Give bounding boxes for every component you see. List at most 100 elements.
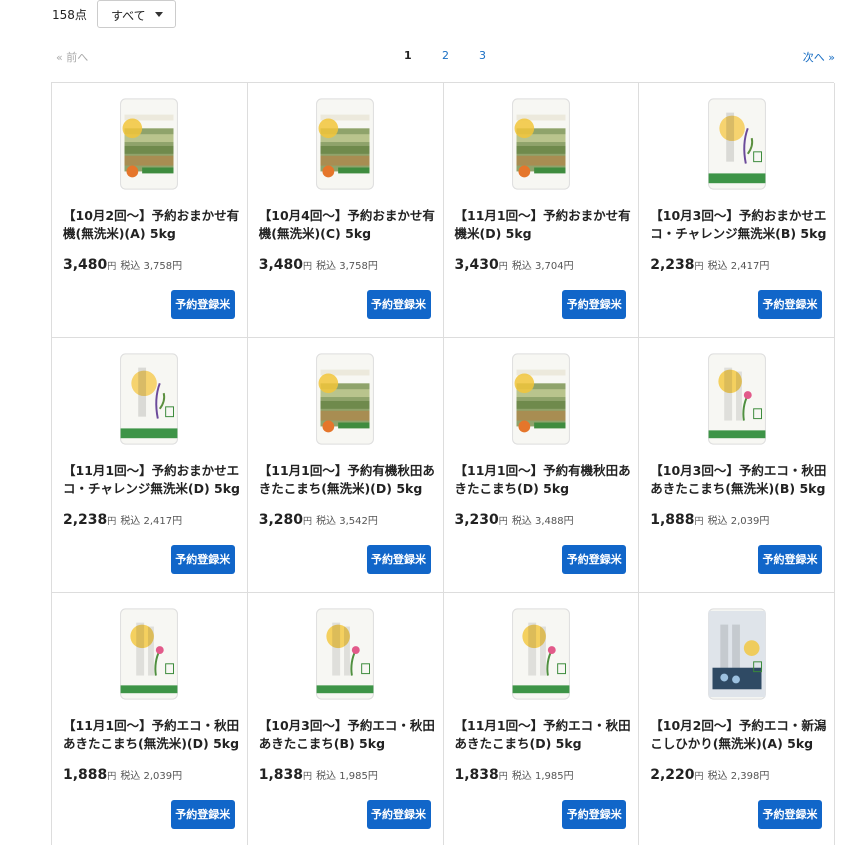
price-unit: 円 <box>303 262 313 272</box>
product-image[interactable] <box>702 350 772 448</box>
product-price: 1,888 <box>650 512 695 528</box>
price-unit: 円 <box>694 772 704 782</box>
chevron-down-icon <box>155 12 163 17</box>
result-count: 158点 <box>52 8 87 22</box>
product-price-row: 2,238円 税込 2,417円 <box>650 257 769 273</box>
product-card[interactable]: 【10月3回〜】予約エコ・秋田あきたこまち(B) 5kg 1,838円 税込 1,9… <box>248 593 444 845</box>
pager-page-1[interactable]: 1 <box>404 49 412 62</box>
product-title[interactable]: 【10月3回〜】予約エコ・秋田あきたこまち(無洗米)(B) 5kg <box>650 462 828 498</box>
pager-next-link[interactable]: 次へ » <box>803 49 835 65</box>
product-card[interactable]: 【11月1回〜】予約有機秋田あきたこまち(無洗米)(D) 5kg 3,280円 税込… <box>247 338 444 593</box>
list-toolbar: 158点 すべて <box>0 0 845 30</box>
reserve-register-button[interactable]: 予約登録米 <box>170 545 235 574</box>
reserve-register-button[interactable]: 予約登録米 <box>170 800 235 829</box>
reserve-register-button[interactable]: 予約登録米 <box>758 800 822 829</box>
product-title[interactable]: 【11月1回〜】予約エコ・秋田あきたこまち(無洗米)(D) 5kg <box>63 717 241 753</box>
product-card[interactable]: 【11月1回〜】予約エコ・秋田あきたこまち(無洗米)(D) 5kg 1,888円税… <box>52 593 248 845</box>
tax-price: 3,542円 <box>339 516 378 527</box>
product-title[interactable]: 【10月3回〜】予約エコ・秋田あきたこまち(B) 5kg <box>259 717 437 753</box>
price-unit: 円 <box>107 517 117 527</box>
product-price: 3,230 <box>454 512 499 528</box>
product-image[interactable] <box>114 605 184 703</box>
product-price-row: 3,480円 税込 3,758円 <box>63 257 182 273</box>
product-image[interactable] <box>506 350 576 448</box>
product-price: 3,280 <box>258 512 304 528</box>
product-card[interactable]: 【11月1回〜】予約おまかせ有機米(D) 5kg 3,430円 税込 3,704円予… <box>443 83 640 338</box>
tax-label: 税込 <box>120 261 141 272</box>
product-image[interactable] <box>506 95 576 193</box>
product-card[interactable]: 【10月3回〜】予約エコ・秋田あきたこまち(無洗米)(B) 5kg 1,888円税… <box>639 338 835 593</box>
tax-label: 税込 <box>511 771 532 782</box>
pager-page-3[interactable]: 3 <box>479 49 486 62</box>
product-price: 1,838 <box>454 767 499 783</box>
product-price-row: 1,838円 税込 1,985円 <box>455 767 574 783</box>
filter-select[interactable]: すべて <box>97 0 176 28</box>
tax-price: 3,704円 <box>535 261 574 272</box>
tax-price: 3,758円 <box>143 261 183 272</box>
product-title[interactable]: 【10月4回〜】予約おまかせ有機(無洗米)(C) 5kg <box>259 207 437 243</box>
product-title[interactable]: 【11月1回〜】予約おまかせエコ・チャレンジ無洗米(D) 5kg <box>63 462 241 498</box>
product-price-row: 2,220円 税込 2,398円 <box>650 767 769 783</box>
product-card[interactable]: 【11月1回〜】予約おまかせエコ・チャレンジ無洗米(D) 5kg 2,238円 税込… <box>52 338 248 593</box>
product-price-row: 2,238円 税込 2,417円 <box>63 512 182 528</box>
tax-price: 1,985円 <box>339 771 378 782</box>
product-title[interactable]: 【11月1回〜】予約有機秋田あきたこまち(D) 5kg <box>455 462 633 498</box>
product-image[interactable] <box>310 605 380 703</box>
product-image[interactable] <box>702 95 772 193</box>
product-price-row: 3,280円 税込 3,542円 <box>259 512 378 528</box>
product-price-row: 3,480円 税込 3,758円 <box>259 257 378 273</box>
product-price-row: 3,430円 税込 3,704円 <box>455 257 574 273</box>
pagination: « 前へ 1 2 3 次へ » <box>0 48 845 66</box>
pager-prev-link[interactable]: « 前へ <box>56 49 88 65</box>
reserve-register-button[interactable]: 予約登録米 <box>758 290 822 319</box>
reserve-register-button[interactable]: 予約登録米 <box>562 545 627 574</box>
pager-page-2[interactable]: 2 <box>442 49 449 62</box>
tax-price: 2,039円 <box>143 771 183 782</box>
tax-label: 税込 <box>707 771 728 782</box>
product-title[interactable]: 【11月1回〜】予約おまかせ有機米(D) 5kg <box>455 207 633 243</box>
product-card[interactable]: 【11月1回〜】予約有機秋田あきたこまち(D) 5kg 3,230円 税込 3,48… <box>443 338 640 593</box>
tax-label: 税込 <box>316 516 337 527</box>
price-unit: 円 <box>107 772 117 782</box>
product-price: 3,480 <box>63 257 108 273</box>
product-image[interactable] <box>506 605 576 703</box>
product-title[interactable]: 【11月1回〜】予約有機秋田あきたこまち(無洗米)(D) 5kg <box>259 462 437 498</box>
tax-price: 3,758円 <box>339 261 378 272</box>
reserve-register-button[interactable]: 予約登録米 <box>366 290 431 319</box>
tax-price: 2,417円 <box>143 516 183 527</box>
product-card[interactable]: 【10月2回〜】予約おまかせ有機(無洗米)(A) 5kg 3,480円 税込 3,7… <box>52 83 248 338</box>
product-card[interactable]: 【10月3回〜】予約おまかせエコ・チャレンジ無洗米(B) 5kg 2,238円 税込… <box>639 83 835 338</box>
price-unit: 円 <box>303 772 313 782</box>
tax-price: 2,039円 <box>730 516 770 527</box>
tax-label: 税込 <box>511 261 532 272</box>
product-image[interactable] <box>114 350 184 448</box>
product-title[interactable]: 【11月1回〜】予約エコ・秋田あきたこまち(D) 5kg <box>455 717 633 753</box>
tax-label: 税込 <box>511 516 532 527</box>
tax-price: 1,985円 <box>535 771 574 782</box>
reserve-register-button[interactable]: 予約登録米 <box>758 545 822 574</box>
product-price: 1,888 <box>63 767 108 783</box>
product-price-row: 1,888円 税込 2,039円 <box>650 512 769 528</box>
product-title[interactable]: 【10月2回〜】予約おまかせ有機(無洗米)(A) 5kg <box>63 207 241 243</box>
tax-label: 税込 <box>707 516 728 527</box>
product-image[interactable] <box>114 95 184 193</box>
product-title[interactable]: 【10月3回〜】予約おまかせエコ・チャレンジ無洗米(B) 5kg <box>650 207 828 243</box>
reserve-register-button[interactable]: 予約登録米 <box>562 800 627 829</box>
product-title[interactable]: 【10月2回〜】予約エコ・新潟こしひかり(無洗米)(A) 5kg <box>650 717 828 753</box>
product-image[interactable] <box>310 350 380 448</box>
reserve-register-button[interactable]: 予約登録米 <box>170 290 235 319</box>
reserve-register-button[interactable]: 予約登録米 <box>366 800 431 829</box>
product-price: 2,220 <box>650 767 695 783</box>
tax-label: 税込 <box>120 516 141 527</box>
product-card[interactable]: 【10月4回〜】予約おまかせ有機(無洗米)(C) 5kg 3,480円 税込 3,7… <box>247 83 444 338</box>
product-price: 2,238 <box>63 512 108 528</box>
product-card[interactable]: 【11月1回〜】予約エコ・秋田あきたこまち(D) 5kg 1,838円 税込 1,9… <box>444 593 640 845</box>
product-price: 1,838 <box>258 767 304 783</box>
reserve-register-button[interactable]: 予約登録米 <box>366 545 431 574</box>
price-unit: 円 <box>498 772 508 782</box>
reserve-register-button[interactable]: 予約登録米 <box>562 290 627 319</box>
product-card[interactable]: 【10月2回〜】予約エコ・新潟こしひかり(無洗米)(A) 5kg 2,220円 税込… <box>639 593 835 845</box>
product-image[interactable] <box>702 605 772 703</box>
filter-select-value: すべて <box>111 9 146 23</box>
product-image[interactable] <box>310 95 380 193</box>
